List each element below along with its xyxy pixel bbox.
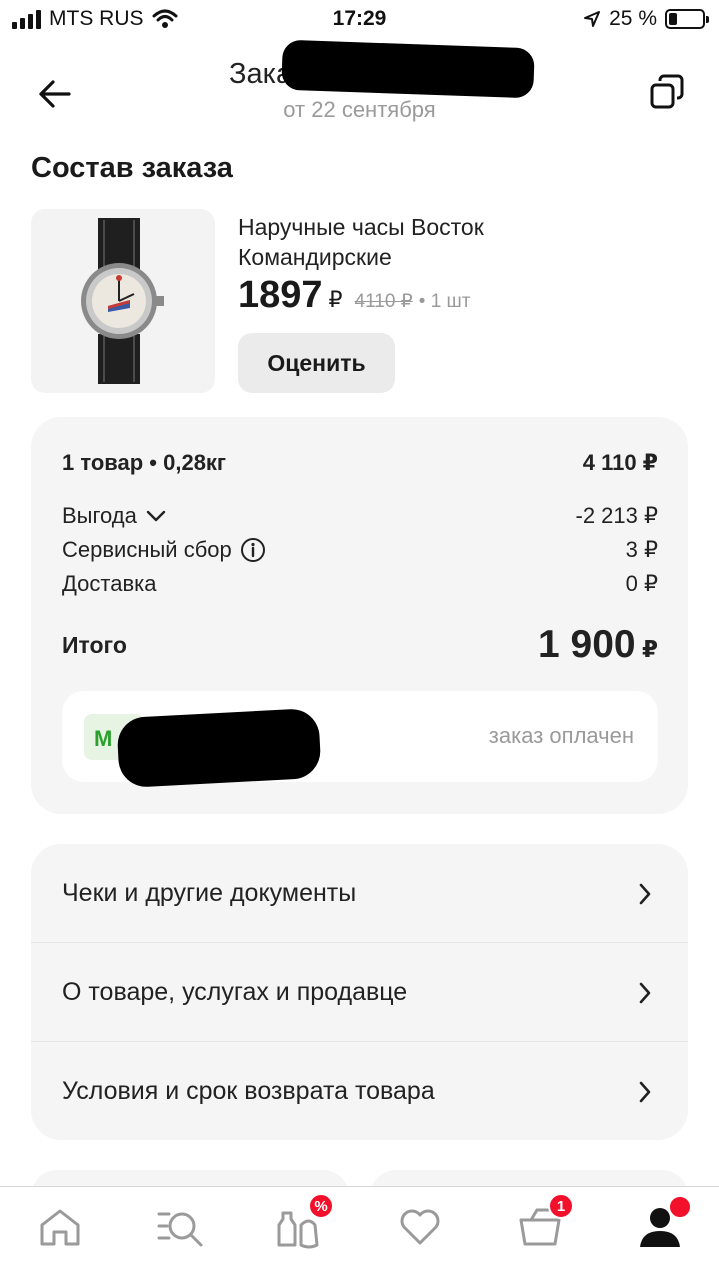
product-image[interactable] [31,209,215,393]
cart-badge: 1 [548,1193,574,1219]
link-label: О товаре, услугах и продавце [62,978,408,1006]
chevron-right-icon [639,1081,651,1102]
link-receipts[interactable]: Чеки и другие документы [31,844,688,943]
service-fee-label: Сервисный сбор [62,537,232,562]
location-arrow-icon [584,11,601,27]
link-product-info[interactable]: О товаре, услугах и продавце [31,943,688,1042]
price-currency: ₽ [328,287,343,312]
benefit-value: -2 213 ₽ [575,503,659,528]
redaction [116,707,322,789]
link-label: Условия и срок возврата товара [62,1077,435,1105]
link-label: Чеки и другие документы [62,879,357,907]
old-price: 4110 ₽ [354,291,413,312]
profile-notification-dot [668,1195,692,1219]
copy-button[interactable] [645,70,689,114]
chevron-right-icon [639,982,651,1003]
price-value: 1897 [238,274,323,316]
tab-profile[interactable] [630,1195,692,1253]
battery-icon [665,9,709,29]
watch-image [81,218,164,384]
order-date: от 22 сентября [283,97,436,122]
benefit-row[interactable]: Выгода -2 213 ₽ [62,503,658,529]
delivery-row: Доставка 0 ₽ [62,571,658,597]
tab-home[interactable] [30,1201,90,1253]
rate-button[interactable]: Оценить [238,333,395,393]
total-row: Итого 1 900 ₽ [62,623,658,667]
battery-percent: 25 % [609,7,657,30]
battery-level [669,13,677,25]
discount-badge: % [308,1193,334,1219]
tab-catalog[interactable] [150,1201,210,1253]
favorites-heart-icon [400,1209,440,1245]
order-links-card: Чеки и другие документы О товаре, услуга… [31,844,688,1140]
payment-status-box[interactable]: М заказ оплачен [62,691,658,789]
items-label: 1 товар • 0,28кг [62,450,227,475]
link-return-terms[interactable]: Условия и срок возврата товара [31,1042,688,1141]
order-summary-card: 1 товар • 0,28кг 4 110 ₽ Выгода -2 213 ₽… [31,417,688,814]
tab-bar: % 1 [0,1186,719,1280]
redaction [281,39,535,99]
info-icon[interactable] [240,537,266,563]
quantity: • 1 шт [418,291,471,312]
chevron-down-icon[interactable] [145,509,167,523]
total-currency: ₽ [641,636,658,662]
status-right: 25 % [583,7,709,31]
service-fee-row: Сервисный сбор 3 ₽ [62,537,658,563]
total-value: 1 900 [537,623,636,666]
tab-grocery[interactable]: % [270,1193,334,1253]
delivery-value: 0 ₽ [625,571,658,596]
product-name[interactable]: Наручные часы Восток Командирские [238,212,638,272]
tab-cart[interactable]: 1 [510,1193,574,1253]
service-fee-value: 3 ₽ [625,537,658,562]
catalog-search-icon [157,1212,203,1247]
items-row: 1 товар • 0,28кг 4 110 ₽ [62,450,658,476]
copy-icon [650,74,684,109]
product-price: 1897 ₽ 4110 ₽ • 1 шт [238,274,471,317]
total-label: Итого [62,631,127,658]
items-value: 4 110 ₽ [582,450,658,475]
section-title: Состав заказа [31,152,233,184]
home-icon [40,1209,80,1246]
payment-status: заказ оплачен [488,723,634,748]
tab-favorites[interactable] [390,1201,450,1253]
status-bar: MTS RUS 17:29 25 % [0,0,719,40]
delivery-label: Доставка [62,571,157,596]
benefit-label: Выгода [62,503,137,528]
chevron-right-icon [639,883,651,904]
